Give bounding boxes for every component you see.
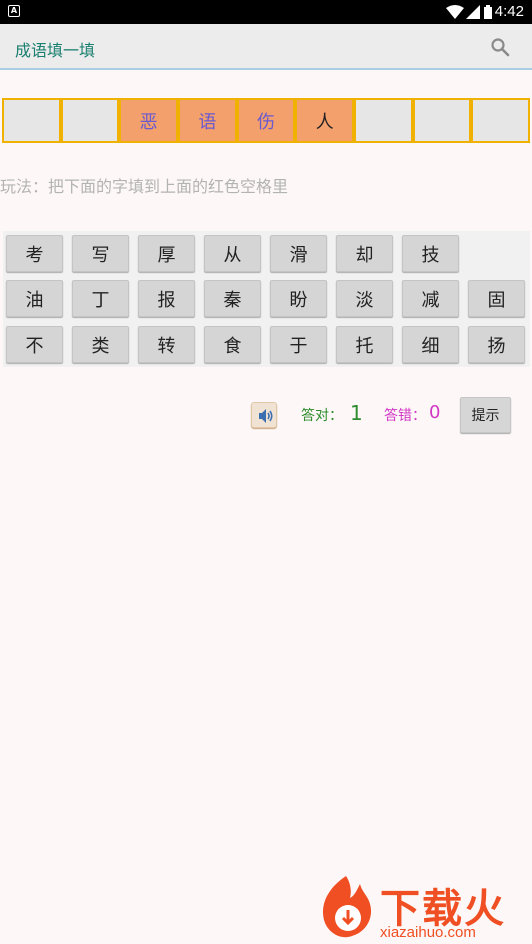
flame-logo-icon — [322, 876, 372, 938]
char-key[interactable]: 转 — [138, 326, 195, 363]
char-key[interactable]: 油 — [6, 280, 63, 317]
instruction-text: 玩法：把下面的字填到上面的红色空格里 — [0, 177, 289, 196]
char-key[interactable]: 技 — [402, 235, 459, 272]
sound-button[interactable] — [251, 402, 277, 428]
char-key[interactable]: 考 — [6, 235, 63, 272]
app-bar: 成语填一填 — [0, 24, 532, 70]
wifi-icon — [446, 5, 464, 19]
char-key[interactable]: 厚 — [138, 235, 195, 272]
answer-slot[interactable] — [60, 98, 120, 143]
answer-slots: 恶 语 伤 人 — [2, 98, 531, 143]
char-key[interactable]: 减 — [402, 280, 459, 317]
char-key[interactable]: 扬 — [468, 326, 525, 363]
battery-icon — [484, 5, 492, 19]
correct-count: 1 — [350, 401, 363, 425]
char-key[interactable]: 滑 — [270, 235, 327, 272]
char-key[interactable]: 却 — [336, 235, 393, 272]
answer-slot[interactable]: 恶 — [119, 98, 179, 143]
cell-signal-icon — [466, 5, 480, 19]
char-key[interactable]: 固 — [468, 280, 525, 317]
app-title: 成语填一填 — [15, 41, 96, 60]
search-icon[interactable] — [490, 37, 510, 57]
notification-app-icon: A — [8, 5, 20, 17]
answer-slot[interactable] — [471, 98, 531, 143]
answer-slot[interactable]: 语 — [178, 98, 237, 143]
char-key[interactable]: 报 — [138, 280, 195, 317]
char-key[interactable]: 淡 — [336, 280, 393, 317]
char-key[interactable]: 从 — [204, 235, 261, 272]
speaker-icon — [259, 409, 273, 423]
correct-label: 答对： — [301, 408, 343, 424]
char-key[interactable]: 于 — [270, 326, 327, 363]
char-key[interactable]: 食 — [204, 326, 261, 363]
answer-slot[interactable]: 伤 — [236, 98, 296, 143]
hint-button[interactable]: 提示 — [460, 397, 511, 433]
answer-slot[interactable] — [354, 98, 413, 143]
char-key[interactable]: 写 — [72, 235, 129, 272]
char-key[interactable]: 盼 — [270, 280, 327, 317]
status-bar: A 4:42 — [0, 0, 532, 24]
wrong-count: 0 — [429, 402, 441, 423]
character-grid: 考 写 厚 从 滑 却 技 油 丁 报 秦 盼 淡 减 固 不 类 转 食 于 … — [3, 231, 530, 367]
char-key[interactable]: 丁 — [72, 280, 129, 317]
wrong-label: 答错： — [384, 408, 426, 424]
char-key[interactable]: 类 — [72, 326, 129, 363]
answer-slot-active[interactable]: 人 — [295, 98, 355, 143]
char-key[interactable]: 秦 — [204, 280, 261, 317]
char-key[interactable]: 不 — [6, 326, 63, 363]
char-key[interactable]: 细 — [402, 326, 459, 363]
char-key[interactable]: 托 — [336, 326, 393, 363]
status-time: 4:42 — [494, 3, 524, 20]
answer-slot[interactable] — [2, 98, 61, 143]
watermark: 下载火 xiazaihuo.com — [314, 870, 532, 944]
answer-slot[interactable] — [412, 98, 472, 143]
watermark-url: xiazaihuo.com — [380, 924, 476, 941]
